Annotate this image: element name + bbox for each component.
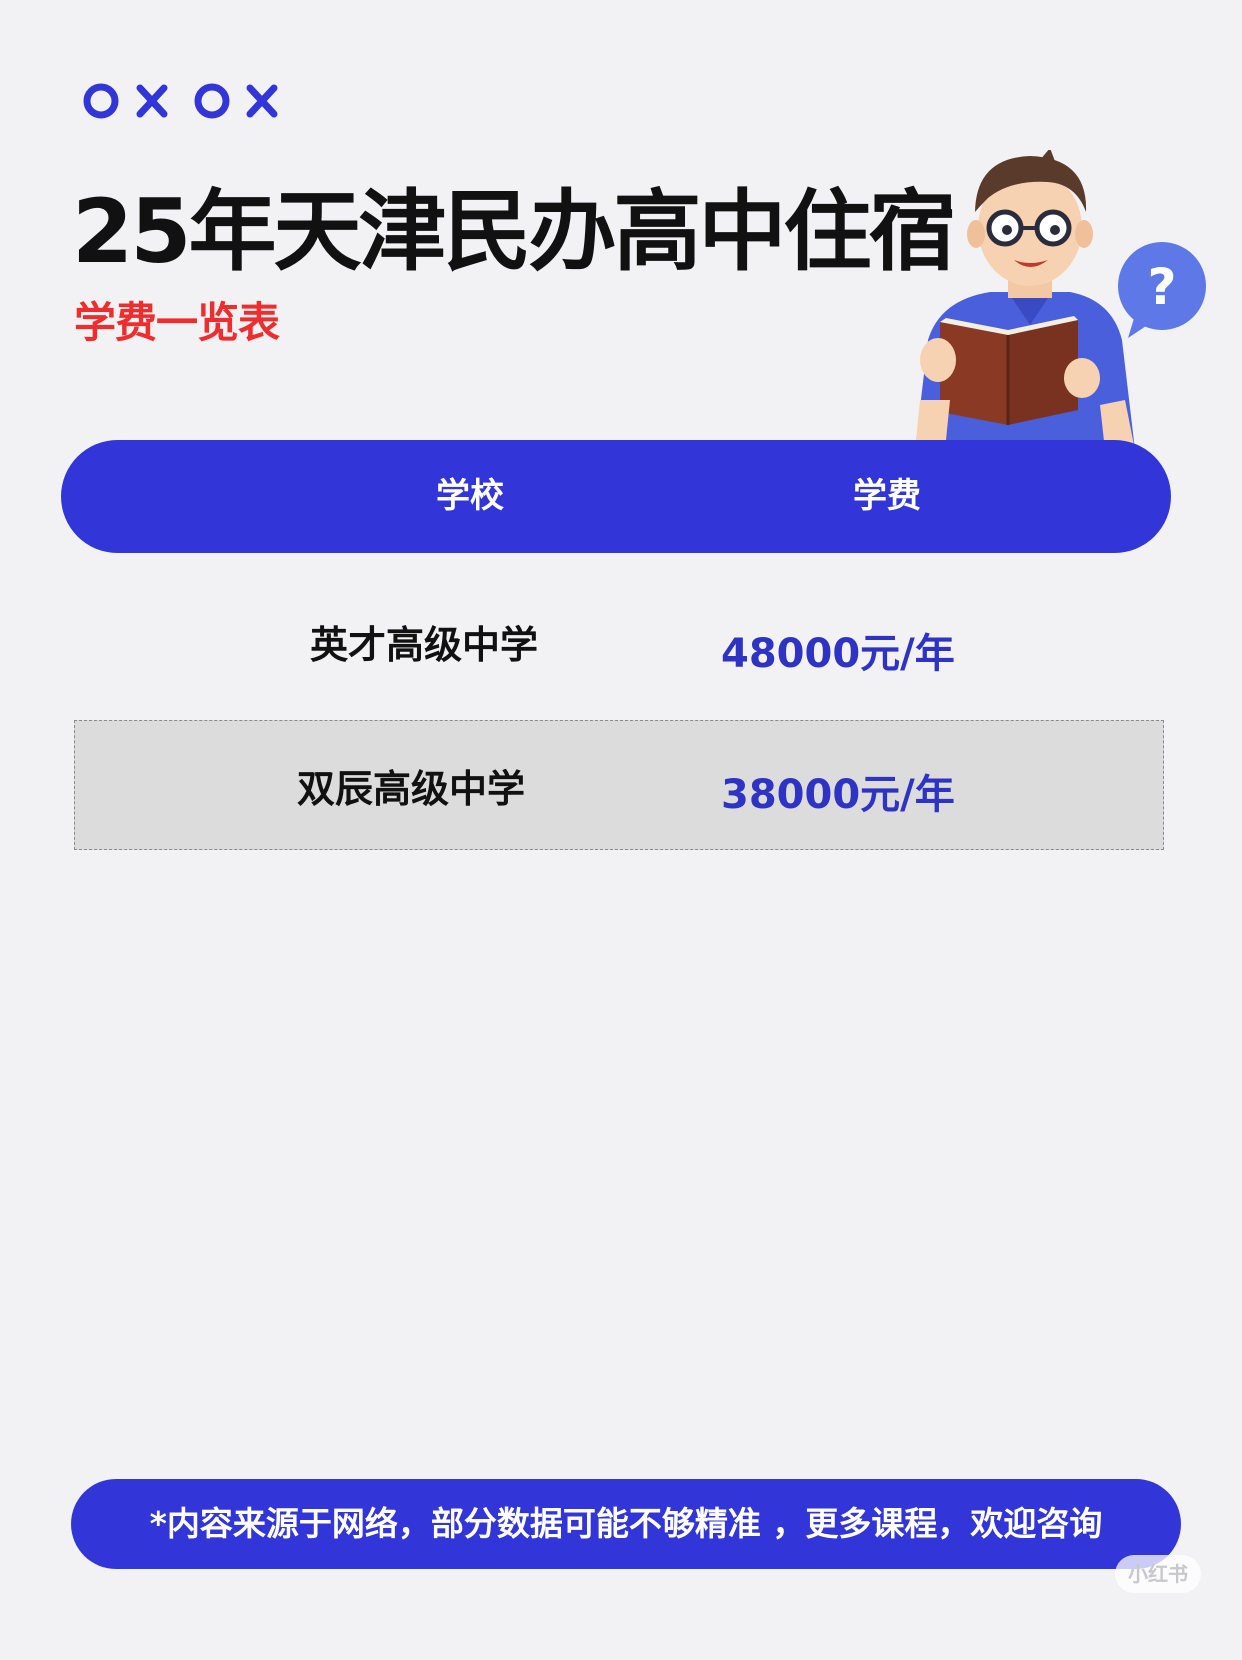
column-header-fee: 学费	[853, 476, 921, 516]
cross-icon	[246, 84, 278, 118]
table-header: 学校 学费	[61, 440, 1171, 553]
school-name: 英才高级中学	[310, 623, 539, 667]
column-header-school: 学校	[436, 476, 504, 516]
table-row: 双辰高级中学 38000元/年	[74, 720, 1164, 850]
circle-icon	[194, 83, 230, 119]
school-name: 双辰高级中学	[297, 767, 526, 811]
question-bubble-icon: ?	[1118, 242, 1206, 338]
table-row: 英才高级中学 48000元/年	[74, 585, 1164, 705]
cross-icon	[136, 84, 168, 118]
student-reading-book-icon: ?	[915, 150, 1206, 450]
page-title: 25年天津民办高中住宿	[72, 180, 956, 283]
svg-text:?: ?	[1147, 258, 1176, 316]
decorative-symbols	[83, 83, 278, 119]
page-subtitle: 学费一览表	[74, 298, 280, 347]
tuition-fee: 38000元/年	[721, 772, 955, 818]
watermark-logo: 小红书	[1115, 1555, 1201, 1593]
tuition-fee: 48000元/年	[721, 631, 955, 677]
footer-disclaimer: *内容来源于网络，部分数据可能不够精准 ，更多课程，欢迎咨询	[71, 1479, 1181, 1569]
circle-icon	[83, 83, 119, 119]
